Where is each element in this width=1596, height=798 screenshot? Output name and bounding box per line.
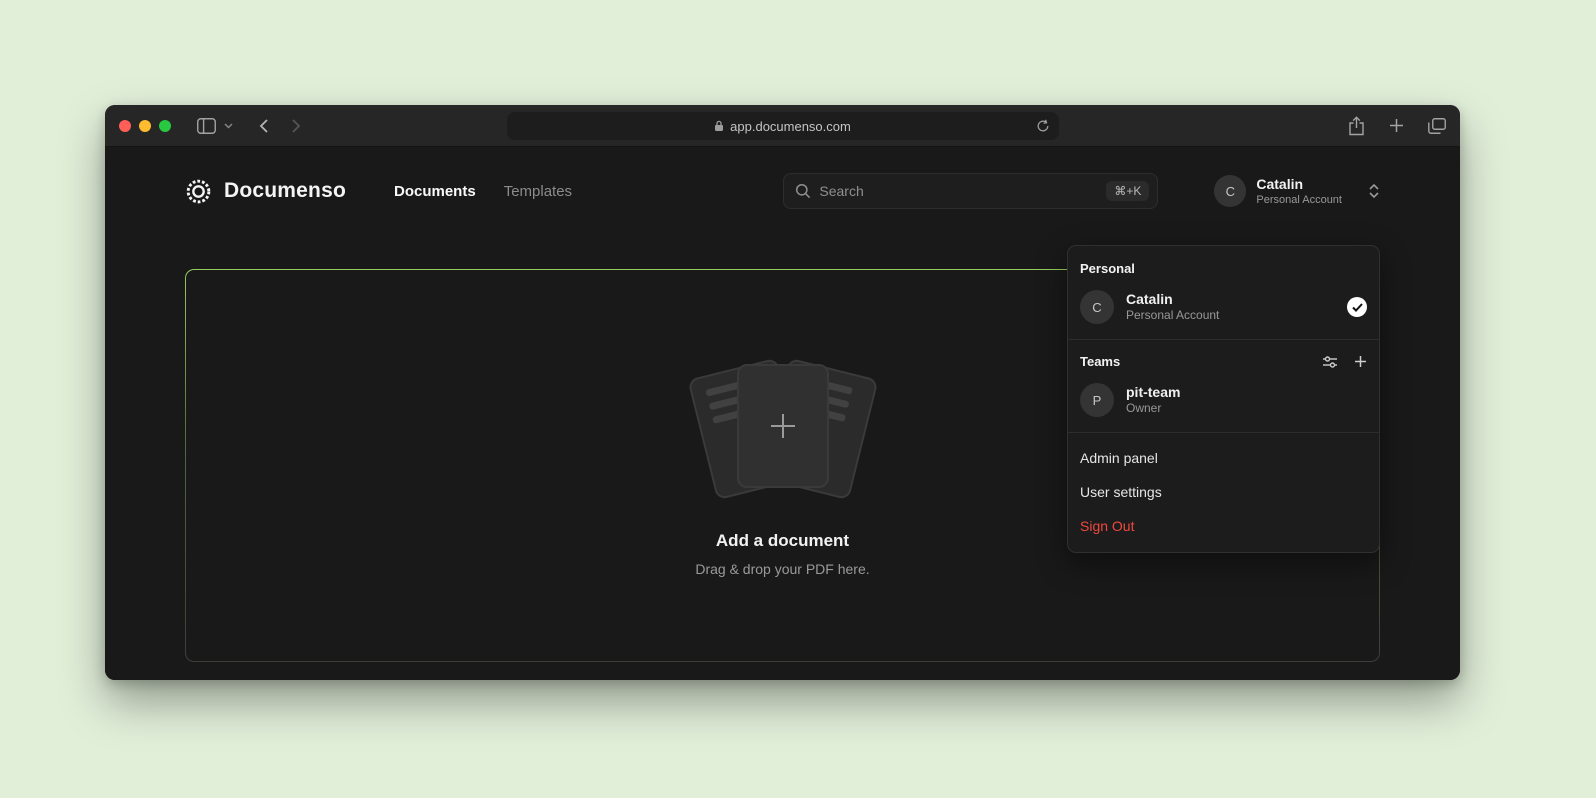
nav-item-templates[interactable]: Templates xyxy=(504,183,572,200)
search-bar: ⌘+K xyxy=(783,173,1158,209)
account-dropdown-menu: Personal C Catalin Personal Account Team… xyxy=(1067,245,1380,553)
main-nav: Documents Templates xyxy=(394,183,572,200)
team-avatar: P xyxy=(1080,383,1114,417)
nav-item-documents[interactable]: Documents xyxy=(394,183,476,200)
add-document-plus-icon xyxy=(768,411,798,441)
lock-icon xyxy=(714,120,724,132)
share-icon xyxy=(1348,116,1365,136)
documenso-logo-icon xyxy=(185,178,212,205)
brand-home-link[interactable]: Documenso xyxy=(185,178,346,205)
traffic-lights xyxy=(119,120,171,132)
browser-window: app.documenso.com xyxy=(105,105,1460,680)
account-type: Personal Account xyxy=(1256,194,1342,207)
manage-teams-button[interactable] xyxy=(1322,355,1338,369)
sliders-icon xyxy=(1322,355,1338,369)
plus-icon xyxy=(1389,118,1404,133)
personal-name: Catalin xyxy=(1126,291,1219,307)
documenso-page: Documenso Documents Templates ⌘+K C xyxy=(105,169,1460,680)
sidebar-icon xyxy=(197,118,216,134)
forward-icon xyxy=(291,118,301,134)
menu-divider xyxy=(1068,339,1379,340)
sidebar-toggle-button[interactable] xyxy=(197,118,216,134)
browser-toolbar: app.documenso.com xyxy=(105,105,1460,147)
reload-button[interactable] xyxy=(1036,119,1050,133)
toolbar-right-actions xyxy=(1348,116,1446,136)
app-header: Documenso Documents Templates ⌘+K C xyxy=(185,169,1380,213)
plus-icon xyxy=(1354,355,1367,368)
illustration-card-center xyxy=(737,364,829,488)
menu-item-team[interactable]: P pit-team Owner xyxy=(1068,376,1379,424)
url-text: app.documenso.com xyxy=(730,119,851,134)
url-bar[interactable]: app.documenso.com xyxy=(507,112,1059,140)
account-menu-button[interactable]: C Catalin Personal Account xyxy=(1214,175,1380,207)
menu-item-sign-out[interactable]: Sign Out xyxy=(1068,509,1379,543)
back-icon xyxy=(259,118,269,134)
back-button[interactable] xyxy=(259,118,269,134)
menu-section-personal: Personal xyxy=(1068,255,1379,283)
search-input[interactable] xyxy=(819,183,1098,199)
dropzone-title: Add a document xyxy=(716,531,849,551)
account-avatar: C xyxy=(1214,175,1246,207)
selected-check-icon xyxy=(1347,297,1367,317)
new-tab-button[interactable] xyxy=(1389,118,1404,133)
personal-avatar: C xyxy=(1080,290,1114,324)
share-button[interactable] xyxy=(1348,116,1365,136)
forward-button[interactable] xyxy=(291,118,301,134)
chevron-down-icon xyxy=(224,123,233,129)
menu-item-personal-account[interactable]: C Catalin Personal Account xyxy=(1068,283,1379,331)
search-shortcut-badge: ⌘+K xyxy=(1106,181,1149,201)
zoom-window-button[interactable] xyxy=(159,120,171,132)
menu-divider xyxy=(1068,432,1379,433)
brand-name: Documenso xyxy=(224,179,346,203)
minimize-window-button[interactable] xyxy=(139,120,151,132)
toolbar-chevron-button[interactable] xyxy=(224,123,233,129)
add-team-button[interactable] xyxy=(1354,355,1367,368)
menu-section-teams: Teams xyxy=(1068,348,1379,376)
menu-item-user-settings[interactable]: User settings xyxy=(1068,475,1379,509)
tab-overview-button[interactable] xyxy=(1428,118,1446,134)
close-window-button[interactable] xyxy=(119,120,131,132)
account-name: Catalin xyxy=(1256,176,1342,192)
chevrons-up-down-icon xyxy=(1368,183,1380,199)
team-name: pit-team xyxy=(1126,384,1180,400)
teams-label: Teams xyxy=(1080,354,1120,369)
reload-icon xyxy=(1036,119,1050,133)
menu-item-admin-panel[interactable]: Admin panel xyxy=(1068,441,1379,475)
search-icon xyxy=(795,183,811,199)
tab-overview-icon xyxy=(1428,118,1446,134)
documents-illustration xyxy=(673,355,893,505)
dropzone-subtitle: Drag & drop your PDF here. xyxy=(695,561,869,577)
team-role: Owner xyxy=(1126,402,1180,416)
personal-type: Personal Account xyxy=(1126,309,1219,323)
